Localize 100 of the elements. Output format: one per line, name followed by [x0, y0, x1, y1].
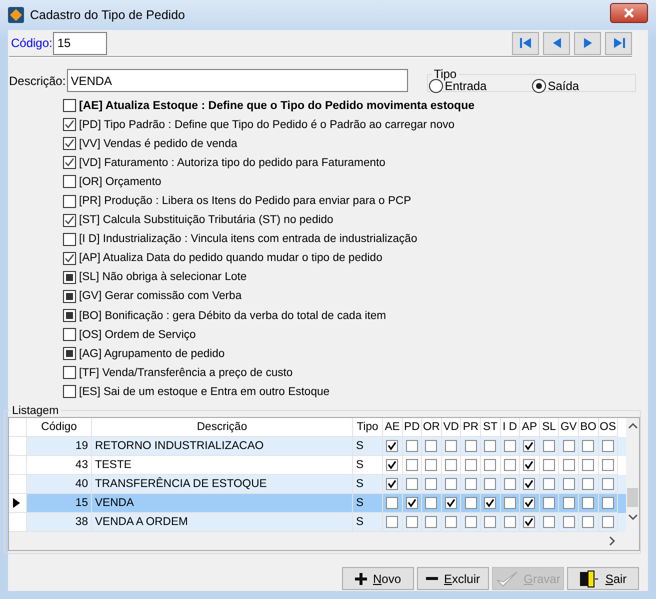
grid-checkbox[interactable]: [602, 516, 614, 528]
grid-checkbox[interactable]: [543, 478, 556, 490]
grid-checkbox[interactable]: [523, 478, 536, 490]
grid-checkbox[interactable]: [504, 440, 516, 452]
option-checkbox[interactable]: [BO] Bonificação : gera Débito da verba do total de cada item: [63, 306, 648, 326]
grid-checkbox[interactable]: [523, 516, 536, 528]
option-checkbox[interactable]: [ES] Sai de um estoque e Entra em outro Estoque: [63, 382, 648, 402]
grid-checkbox[interactable]: [425, 478, 438, 490]
option-checkbox[interactable]: [OR] Orçamento: [63, 172, 648, 192]
grid-checkbox[interactable]: [445, 440, 458, 452]
grid-checkbox[interactable]: [445, 478, 458, 490]
nav-button[interactable]: [543, 32, 570, 54]
grid-checkbox[interactable]: [562, 458, 575, 470]
grid-checkbox[interactable]: [562, 440, 575, 452]
grid-checkbox[interactable]: [543, 440, 556, 452]
grid-checkbox[interactable]: [602, 496, 614, 508]
grid-checkbox[interactable]: [425, 440, 438, 452]
grid-checkbox[interactable]: [582, 478, 594, 490]
grid-checkbox[interactable]: [504, 496, 516, 508]
scrollbar-thumb[interactable]: [627, 488, 638, 506]
grid-checkbox[interactable]: [386, 478, 398, 490]
grid-checkbox[interactable]: [543, 516, 556, 528]
close-button[interactable]: [610, 3, 648, 23]
grid-checkbox[interactable]: [504, 516, 516, 528]
grid-checkbox[interactable]: [464, 458, 477, 470]
scroll-right-icon[interactable]: [608, 536, 616, 546]
grid-checkbox[interactable]: [445, 516, 458, 528]
option-checkbox[interactable]: [AP] Atualiza Data do pedido quando mudar o tipo de pedido: [63, 248, 648, 268]
window-title: Cadastro do Tipo de Pedido: [30, 8, 186, 22]
grid-checkbox[interactable]: [386, 458, 398, 470]
grid-checkbox[interactable]: [464, 496, 477, 508]
grid-checkbox[interactable]: [386, 516, 398, 528]
option-checkbox[interactable]: [GV] Gerar comissão com Verba: [63, 286, 648, 306]
grid-checkbox[interactable]: [406, 440, 418, 452]
grid-checkbox[interactable]: [484, 478, 496, 490]
grid-checkbox[interactable]: [602, 478, 614, 490]
grid-checkbox[interactable]: [543, 458, 556, 470]
grid-checkbox[interactable]: [582, 440, 594, 452]
delete-button[interactable]: Excluir: [417, 567, 489, 590]
last-record-icon: [612, 37, 626, 49]
table-row[interactable]: 38 VENDA A ORDEM S: [9, 512, 626, 532]
grid-checkbox[interactable]: [562, 496, 575, 508]
grid-checkbox[interactable]: [523, 496, 536, 508]
option-checkbox[interactable]: [PR] Produção : Libera os Itens do Pedido para enviar para o PCP: [63, 191, 648, 211]
grid-checkbox[interactable]: [504, 478, 516, 490]
option-checkbox[interactable]: [SL] Não obriga à selecionar Lote: [63, 268, 648, 287]
grid-checkbox[interactable]: [386, 496, 398, 508]
table-row[interactable]: 40 TRANSFERÊNCIA DE ESTOQUE S: [9, 474, 626, 494]
radio-option[interactable]: Entrada: [428, 78, 531, 92]
nav-button[interactable]: [574, 32, 601, 54]
grid-checkbox[interactable]: [484, 458, 496, 470]
grid-checkbox[interactable]: [406, 516, 418, 528]
check-icon: [64, 214, 75, 226]
exit-button[interactable]: Sair: [567, 567, 639, 590]
grid-checkbox[interactable]: [386, 440, 398, 452]
grid-checkbox[interactable]: [523, 440, 536, 452]
grid-checkbox[interactable]: [445, 496, 458, 508]
grid-checkbox[interactable]: [425, 516, 438, 528]
grid-checkbox[interactable]: [406, 496, 418, 508]
grid-checkbox[interactable]: [543, 496, 556, 508]
option-checkbox[interactable]: [TF] Venda/Transferência a preço de custo: [63, 363, 648, 382]
grid-checkbox[interactable]: [562, 516, 575, 528]
grid-checkbox[interactable]: [484, 516, 496, 528]
option-checkbox[interactable]: [PD] Tipo Padrão : Define que Tipo do Pedido é o Padrão ao carregar novo: [63, 115, 648, 134]
grid-checkbox[interactable]: [523, 458, 536, 470]
grid-checkbox[interactable]: [406, 478, 418, 490]
table-row[interactable]: 15 VENDA S: [9, 494, 626, 512]
grid-checkbox[interactable]: [562, 478, 575, 490]
option-checkbox[interactable]: [VV] Vendas é pedido de venda: [63, 134, 648, 154]
grid-checkbox[interactable]: [582, 496, 594, 508]
nav-button[interactable]: [512, 32, 539, 54]
grid-checkbox[interactable]: [484, 440, 496, 452]
grid-checkbox[interactable]: [582, 516, 594, 528]
option-checkbox[interactable]: [ST] Calcula Substituição Tributária (ST) no pedido: [63, 210, 648, 230]
nav-button[interactable]: [605, 32, 632, 54]
grid-checkbox[interactable]: [582, 458, 594, 470]
grid-checkbox[interactable]: [464, 440, 477, 452]
option-checkbox[interactable]: [I D] Industrialização : Vincula itens com entrada de industrialização: [63, 230, 648, 249]
grid-checkbox[interactable]: [445, 458, 458, 470]
grid-checkbox[interactable]: [425, 458, 438, 470]
table-row[interactable]: 43 TESTE S: [9, 456, 626, 474]
grid-checkbox[interactable]: [602, 458, 614, 470]
grid-checkbox[interactable]: [425, 496, 438, 508]
option-checkbox[interactable]: [AE] Atualiza Estoque : Define que o Tipo do Pedido movimenta estoque: [63, 96, 648, 116]
grid-checkbox[interactable]: [406, 458, 418, 470]
option-checkbox[interactable]: [VD] Faturamento : Autoriza tipo do pedido para Faturamento: [63, 153, 648, 172]
grid-checkbox[interactable]: [504, 458, 516, 470]
grid-checkbox[interactable]: [484, 496, 496, 508]
grid-checkbox[interactable]: [464, 516, 477, 528]
new-button[interactable]: Novo: [342, 567, 414, 590]
table-row[interactable]: 19 RETORNO INDUSTRIALIZACAO S: [9, 436, 626, 456]
code-field[interactable]: 15: [53, 32, 108, 54]
option-checkbox[interactable]: [OS] Ordem de Serviço: [63, 325, 648, 344]
scroll-down-icon[interactable]: [628, 512, 638, 520]
scroll-up-icon[interactable]: [628, 422, 638, 430]
radio-option[interactable]: Saída: [532, 78, 634, 92]
grid-checkbox[interactable]: [464, 478, 477, 490]
option-checkbox[interactable]: [AG] Agrupamento de pedido: [63, 344, 648, 364]
description-field[interactable]: VENDA: [66, 69, 408, 92]
grid-checkbox[interactable]: [602, 440, 614, 452]
